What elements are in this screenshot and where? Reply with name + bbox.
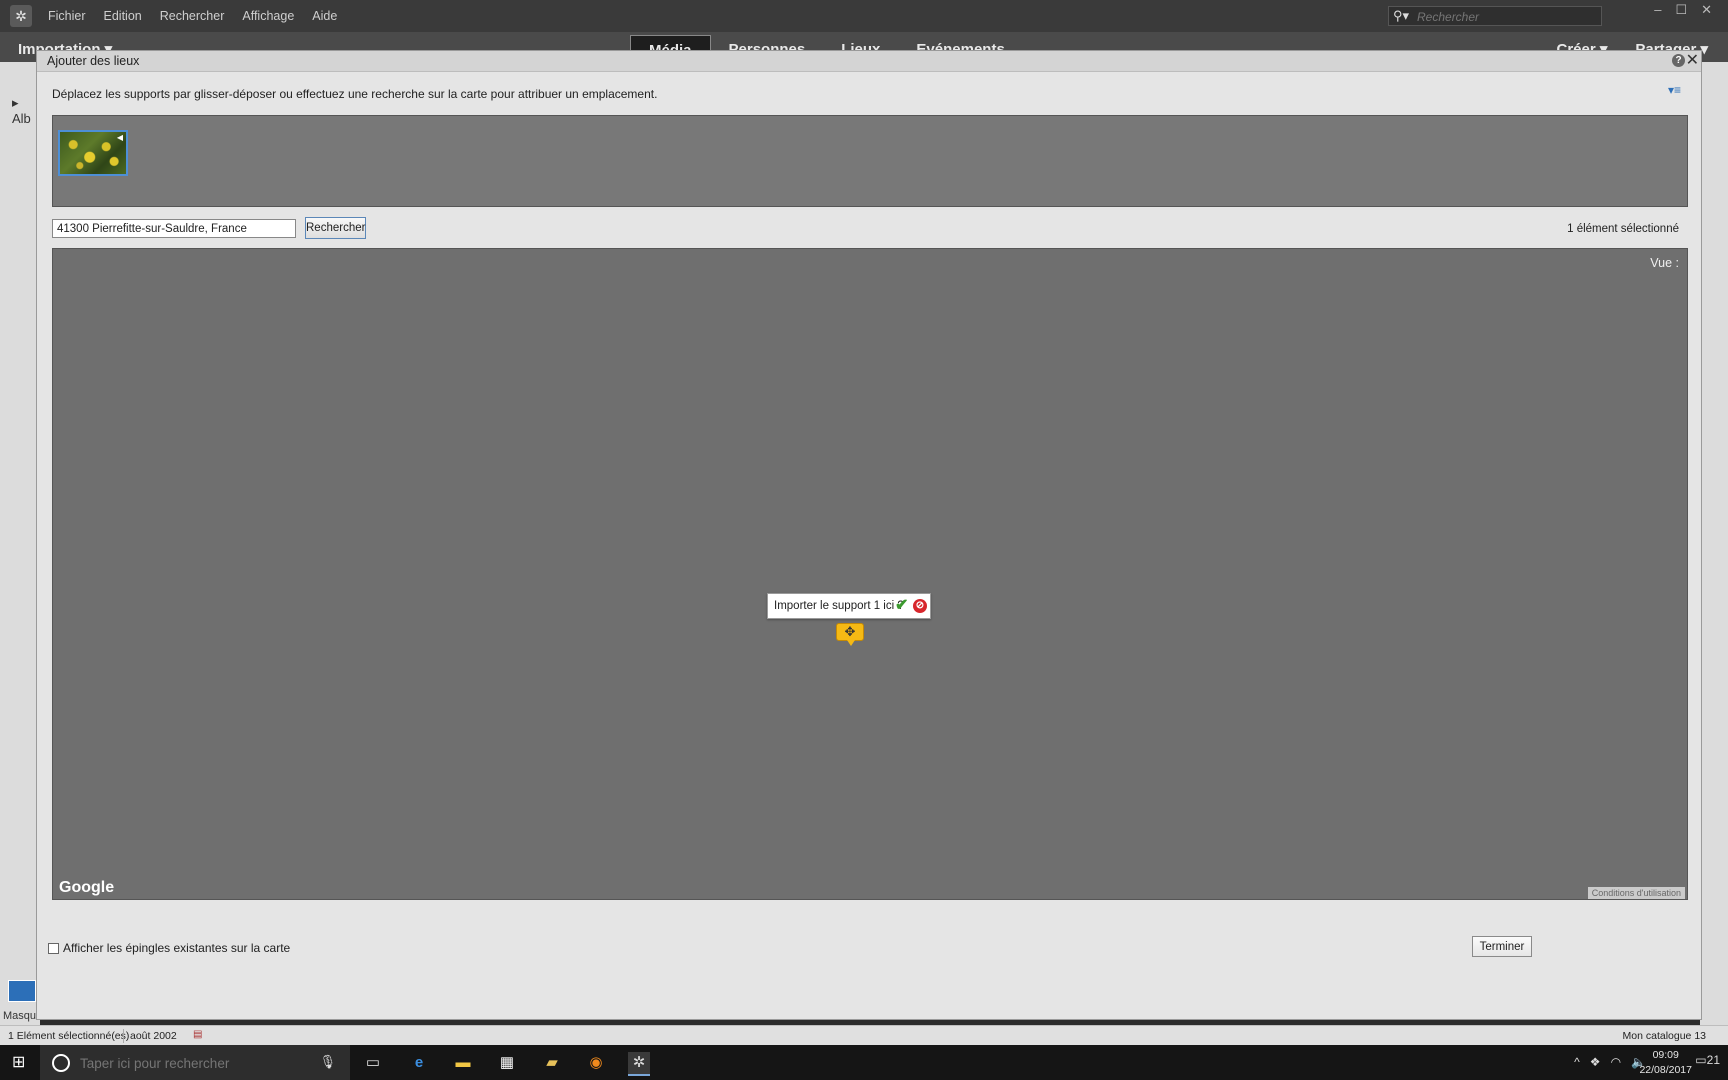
- menu-edition[interactable]: Edition: [104, 9, 142, 23]
- taskbar-clock[interactable]: 09:09 22/08/2017: [1639, 1048, 1692, 1078]
- media-tray: ◀: [52, 115, 1688, 207]
- menu-affichage[interactable]: Affichage: [242, 9, 294, 23]
- audio-badge-icon: ◀: [116, 133, 123, 142]
- close-icon[interactable]: ✕: [1686, 51, 1699, 71]
- location-search-input[interactable]: [52, 219, 296, 238]
- status-bar: 1 Elément sélectionné(es) août 2002 ▤ Mo…: [0, 1025, 1728, 1046]
- search-button[interactable]: Rechercher: [305, 217, 366, 239]
- right-panel-strip: [1700, 62, 1728, 1030]
- clock-date: 22/08/2017: [1639, 1064, 1692, 1076]
- tray-chevron-icon[interactable]: ^: [1574, 1055, 1580, 1069]
- notification-count: 21: [1706, 1053, 1720, 1067]
- taskbar: ⊞ 🎙 ▭ e ▬ ▦ ▰ ◉ ✲ ^ ❖ ◠ 🔈 09:09 22/08/20…: [0, 1045, 1728, 1080]
- menu-fichier[interactable]: Fichier: [48, 9, 86, 23]
- window-close-icon[interactable]: ✕: [1701, 2, 1712, 18]
- task-view-icon[interactable]: ▭: [362, 1052, 384, 1074]
- panel-menu-icon[interactable]: ▾≡: [1668, 83, 1681, 97]
- windows-start-icon[interactable]: ⊞: [12, 1054, 30, 1072]
- maximize-icon[interactable]: ☐: [1675, 2, 1687, 18]
- app-search-input[interactable]: [1415, 8, 1599, 26]
- minimize-icon[interactable]: –: [1654, 2, 1661, 18]
- edge-browser-icon[interactable]: e: [408, 1052, 430, 1074]
- dialog-titlebar: Ajouter des lieux ? ✕: [37, 51, 1701, 72]
- terms-of-use-link[interactable]: Conditions d'utilisation: [1587, 887, 1685, 899]
- microphone-icon[interactable]: 🎙: [319, 1054, 336, 1070]
- status-selection: 1 Elément sélectionné(es): [8, 1030, 130, 1042]
- dropbox-icon[interactable]: ❖: [1590, 1055, 1601, 1069]
- calendar-icon[interactable]: ▤: [193, 1029, 202, 1040]
- albums-text: Alb: [12, 111, 31, 126]
- menu-aide[interactable]: Aide: [312, 9, 337, 23]
- file-explorer-icon[interactable]: ▬: [452, 1052, 474, 1074]
- selection-count: 1 élément sélectionné: [1567, 223, 1679, 235]
- left-panel-strip: ▸ Alb Masque: [0, 62, 42, 1030]
- store-icon[interactable]: ▦: [496, 1052, 518, 1074]
- confirm-location-popup: Importer le support 1 ici ? ✔ ⊘: [767, 593, 931, 619]
- show-pins-checkbox[interactable]: [48, 942, 59, 954]
- app-logo-icon[interactable]: ✲: [10, 5, 32, 27]
- help-icon[interactable]: ?: [1672, 54, 1685, 67]
- menu-bar-items: Fichier Edition Rechercher Affichage Aid…: [48, 9, 355, 23]
- search-icon[interactable]: ⚲▾: [1393, 8, 1409, 24]
- media-thumbnail[interactable]: ◀: [58, 130, 128, 176]
- finish-button[interactable]: Terminer: [1472, 936, 1532, 957]
- menubar: ✲ Fichier Edition Rechercher Affichage A…: [0, 0, 1728, 32]
- show-pins-option: Afficher les épingles existantes sur la …: [48, 941, 290, 955]
- confirm-location-text: Importer le support 1 ici ?: [774, 600, 904, 612]
- photos-organizer-icon[interactable]: ▰: [541, 1052, 563, 1074]
- google-logo: Google: [59, 879, 115, 896]
- show-pins-label[interactable]: Afficher les épingles existantes sur la …: [63, 941, 290, 955]
- taskbar-search-input[interactable]: [78, 1054, 302, 1072]
- cortana-icon: [52, 1054, 70, 1072]
- add-places-dialog: Ajouter des lieux ? ✕ Déplacez les suppo…: [36, 50, 1702, 1020]
- firefox-icon[interactable]: ◉: [585, 1052, 607, 1074]
- map-pin-move-icon[interactable]: ✥: [836, 623, 864, 646]
- taskbar-search[interactable]: 🎙: [40, 1045, 350, 1080]
- wifi-icon[interactable]: ◠: [1611, 1055, 1621, 1069]
- catalog-name[interactable]: Mon catalogue 13: [1623, 1030, 1706, 1042]
- elements-organizer-taskbar-icon[interactable]: ✲: [628, 1052, 650, 1076]
- confirm-check-icon[interactable]: ✔: [895, 597, 908, 615]
- menu-rechercher[interactable]: Rechercher: [160, 9, 225, 23]
- map-view-label[interactable]: Vue :: [1650, 256, 1679, 270]
- panel-toggle-button[interactable]: [8, 980, 36, 1002]
- app-search-box[interactable]: ⚲▾: [1388, 6, 1602, 26]
- instruction-text: Déplacez les supports par glisser-dépose…: [52, 87, 658, 101]
- dialog-title: Ajouter des lieux: [47, 54, 140, 68]
- map-canvas[interactable]: Vue : Importer le support 1 ici ? ✔ ⊘ ✥ …: [52, 248, 1688, 900]
- cancel-icon[interactable]: ⊘: [913, 599, 927, 613]
- clock-time: 09:09: [1652, 1049, 1679, 1061]
- notification-center-icon[interactable]: ▭21: [1695, 1053, 1720, 1067]
- window-controls: – ☐ ✕: [1654, 2, 1712, 18]
- status-date: août 2002: [123, 1029, 177, 1043]
- system-tray: ^ ❖ ◠ 🔈: [1574, 1055, 1646, 1069]
